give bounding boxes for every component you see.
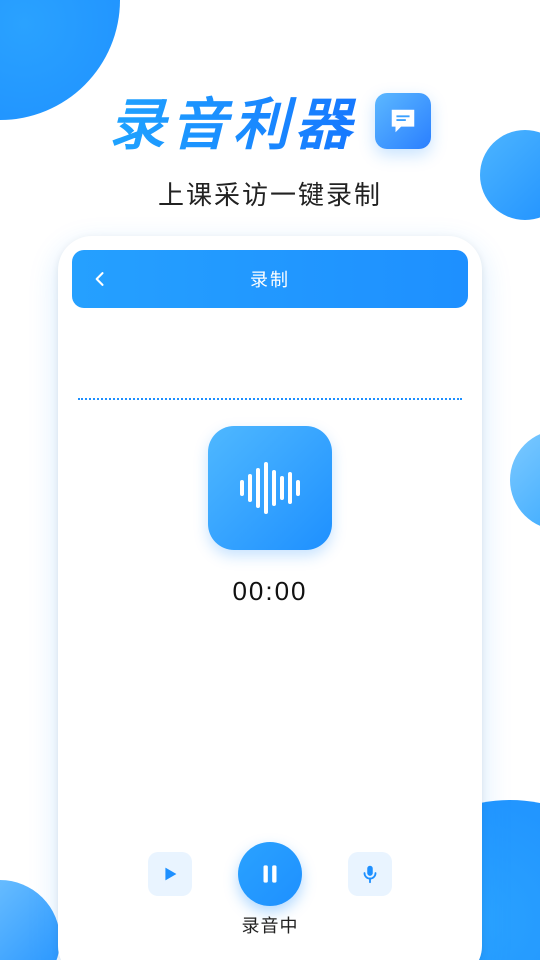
hero-title: 录音利器 [109, 80, 357, 161]
pause-button[interactable] [238, 842, 302, 906]
recording-timer: 00:00 [58, 576, 482, 607]
phone-card: 录制 00:00 [58, 236, 482, 960]
titlebar-title: 录制 [250, 266, 290, 292]
play-button[interactable] [148, 852, 192, 896]
controls [58, 842, 482, 906]
back-button[interactable] [90, 269, 110, 289]
play-icon [159, 863, 181, 885]
pause-icon [257, 861, 283, 887]
chevron-left-icon [90, 269, 110, 289]
microphone-icon [359, 863, 381, 885]
recording-status: 录音中 [58, 912, 482, 938]
hero-subtitle: 上课采访一键录制 [0, 175, 540, 212]
hero: 录音利器 上课采访一键录制 [0, 80, 540, 212]
waveform-divider [78, 398, 462, 400]
mic-button[interactable] [348, 852, 392, 896]
decorative-blob [510, 430, 540, 530]
waveform-icon [208, 426, 332, 550]
titlebar: 录制 [72, 250, 468, 308]
decorative-blob [0, 880, 60, 960]
chat-bubble-icon [375, 93, 431, 149]
